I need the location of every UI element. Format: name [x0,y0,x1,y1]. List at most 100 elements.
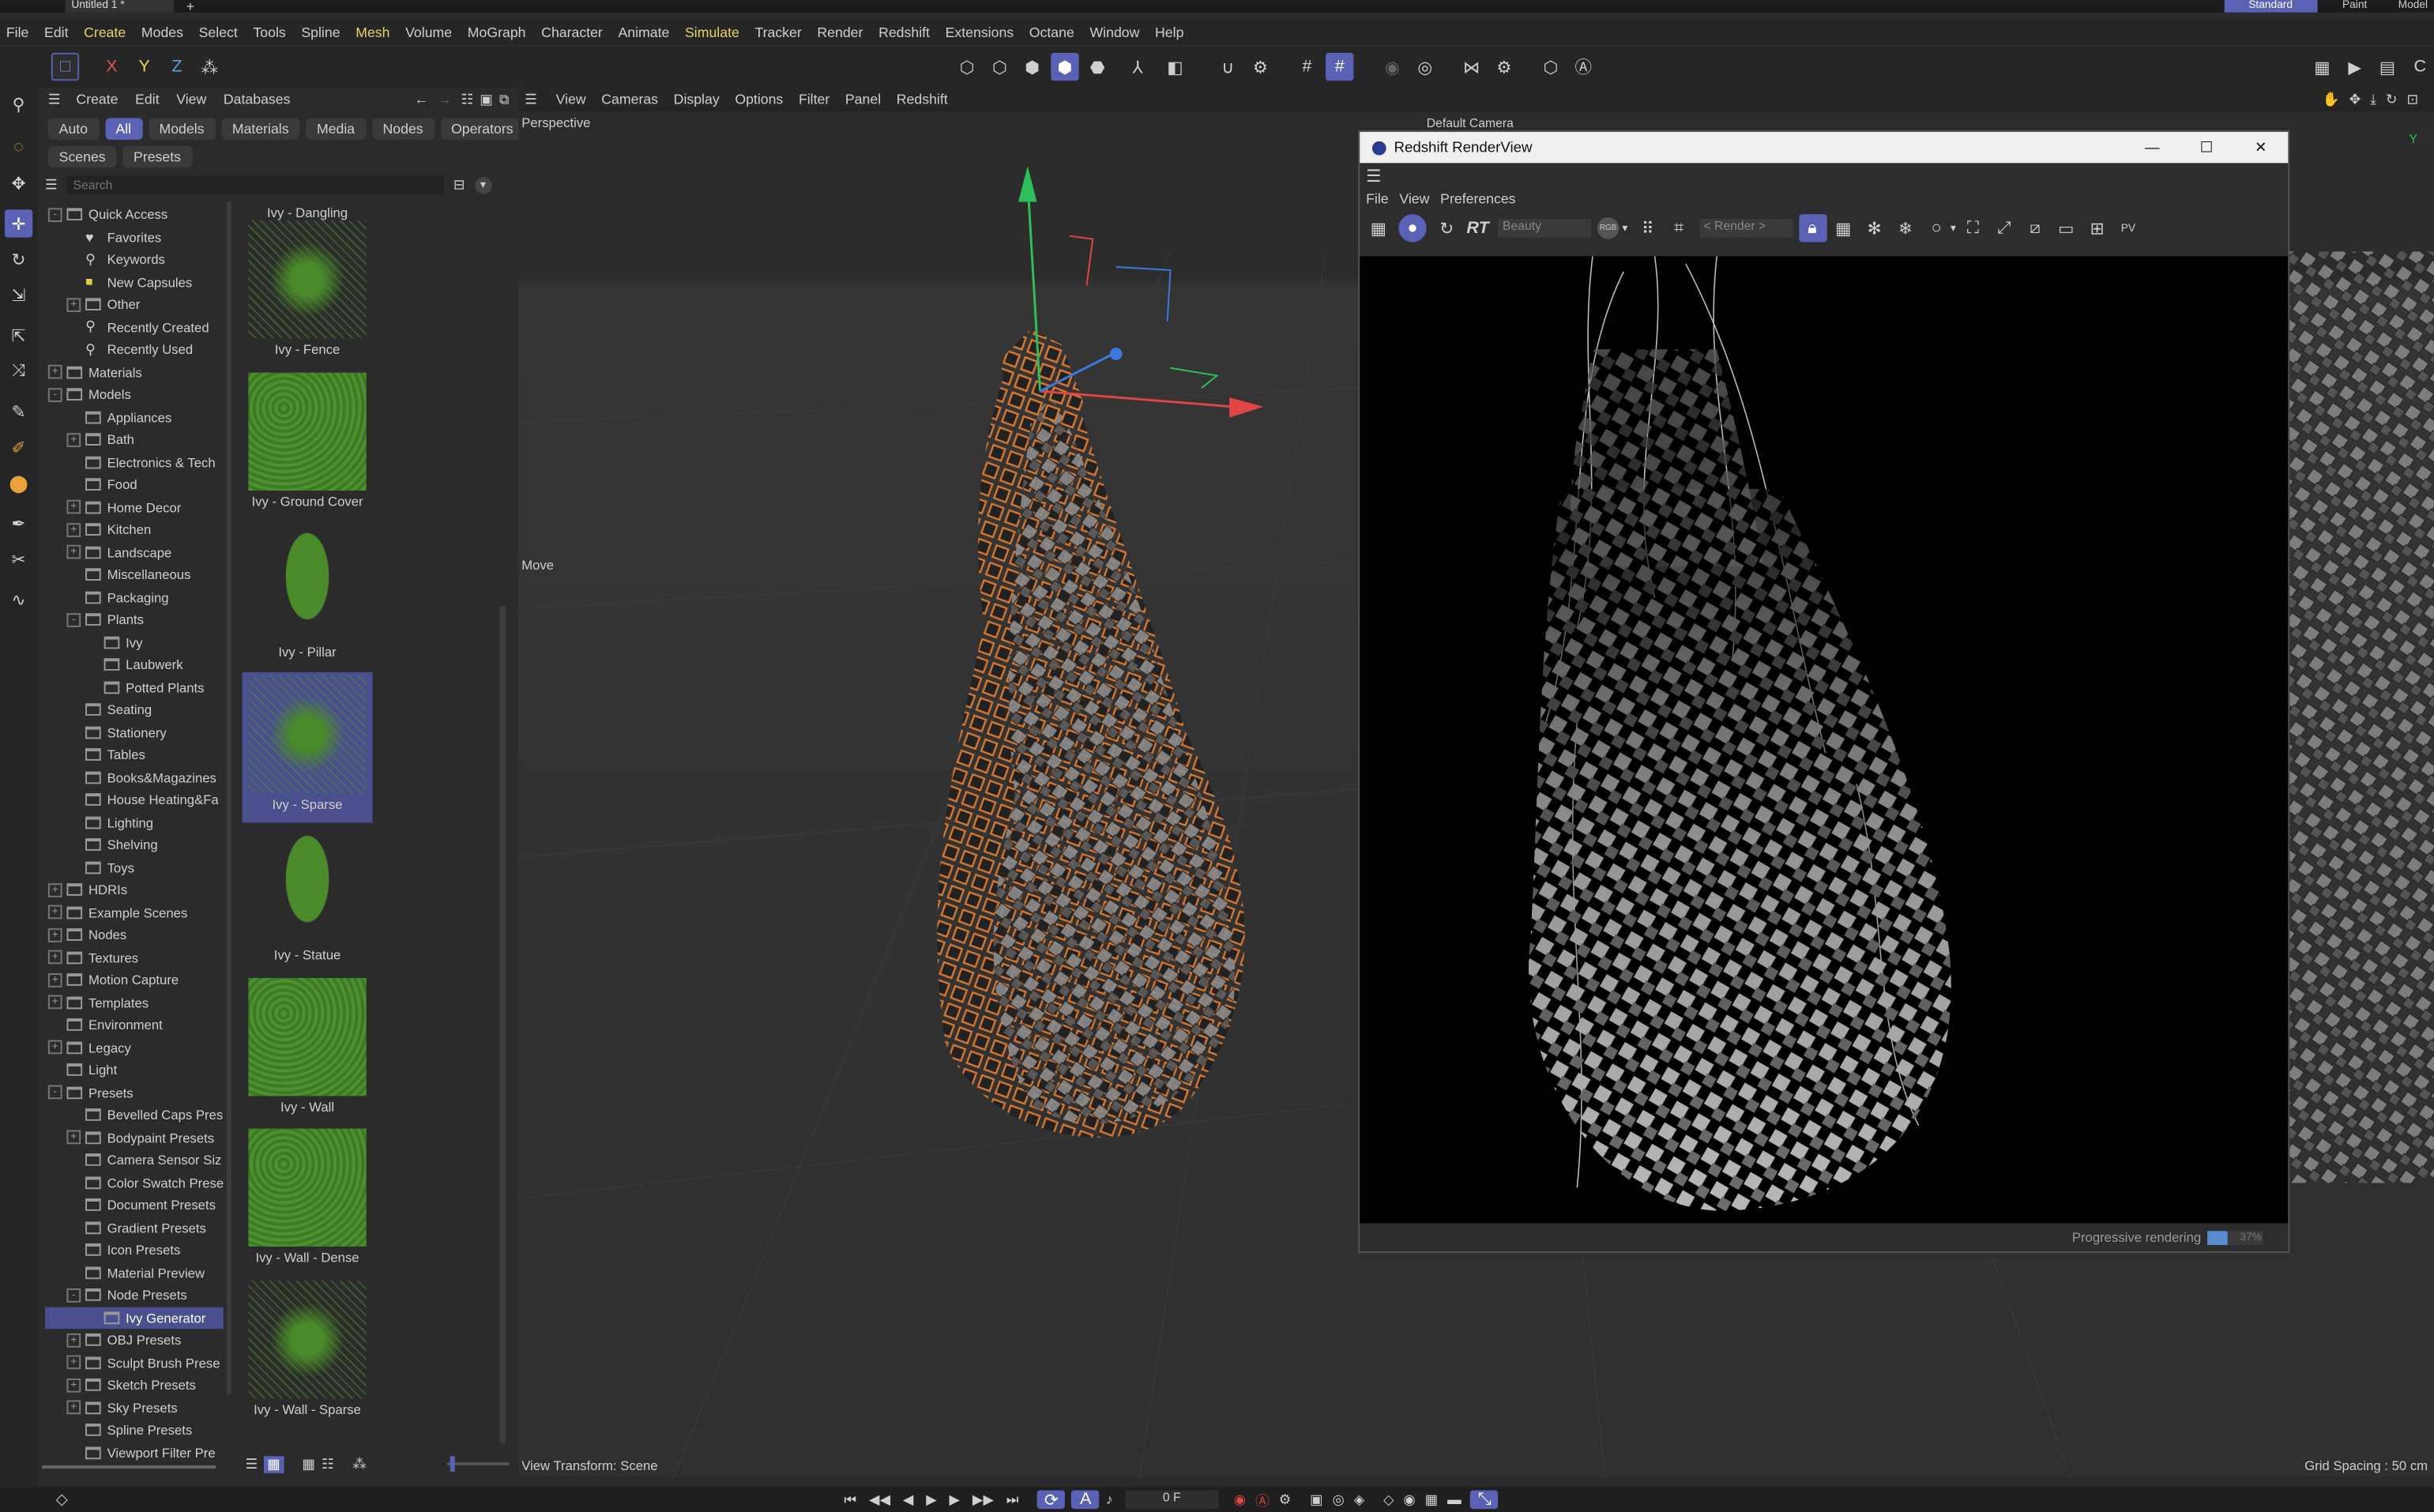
tree-item[interactable]: + Textures [45,946,224,969]
collapse-icon[interactable]: - [47,1085,62,1100]
add-snapshot-icon[interactable]: ⊞ [2083,214,2111,242]
expand-icon[interactable]: + [66,545,81,559]
tree-item[interactable]: + Templates [45,991,224,1014]
solo-mode-icon[interactable]: ◧ [1161,53,1189,81]
edit-render-settings-icon[interactable]: ▤ [2373,53,2401,81]
menu-volume[interactable]: Volume [405,24,452,40]
menu-render[interactable]: Render [817,24,863,40]
autokey-icon[interactable]: ◎ [1411,53,1439,81]
menu-extensions[interactable]: Extensions [946,24,1014,40]
tree-item[interactable]: - Quick Access [45,203,224,225]
renderview-hamburger-icon[interactable]: ☰ [1366,165,1381,186]
tree-item[interactable]: + Kitchen [45,518,224,540]
tree-item[interactable]: + Legacy [45,1036,224,1059]
vp-menu-options[interactable]: Options [735,92,783,107]
zoom-view-icon[interactable]: ⤓ [2370,91,2376,108]
key-param-icon[interactable]: ◇ [1383,1491,1394,1508]
sampling-grid-icon[interactable]: ⠿ [1634,214,1661,242]
collapse-icon[interactable]: - [47,207,62,222]
menu-create[interactable]: Create [84,24,126,40]
grid-snap-icon[interactable]: # [1326,52,1354,81]
tree-item[interactable]: Miscellaneous [45,563,224,585]
expand-icon[interactable]: + [66,522,81,537]
collapse-icon[interactable]: - [47,387,62,402]
list-view-icon[interactable]: ☰ [245,1455,258,1473]
tree-item[interactable]: Appliances [45,406,224,428]
asset-search-input[interactable] [66,175,445,194]
snap-tool-icon[interactable]: ⤨ [5,357,32,385]
transfer-tool-icon[interactable]: ⇱ [5,322,32,349]
tree-item[interactable]: ⚲ Keywords [45,248,224,270]
filter-all[interactable]: All [104,118,142,140]
tree-item[interactable]: ⚲ Recently Used [45,338,224,360]
rgb-channel-icon[interactable]: RGB [1597,217,1620,239]
asset-menu-databases[interactable]: Databases [224,92,291,107]
tree-item[interactable]: Laubwerk [45,653,224,675]
magnet-icon[interactable]: ∪ [1214,53,1242,81]
asset-menu-create[interactable]: Create [76,92,118,107]
move-view-icon[interactable]: ✥ [2349,91,2361,108]
tree-item[interactable]: Light [45,1059,224,1081]
tree-item[interactable]: Packaging [45,586,224,608]
asset-thumbnail[interactable]: Ivy - Wall - Sparse [243,1277,373,1428]
points-mode-icon[interactable]: ⬡ [953,53,980,81]
tree-item[interactable]: Bevelled Caps Pres [45,1104,224,1126]
current-frame-field[interactable]: 0 F [1125,1490,1219,1510]
tree-item[interactable]: + Other [45,293,224,315]
bucket-grid-icon[interactable]: ▦ [1830,214,1857,242]
expand-icon[interactable]: + [66,500,81,514]
axis-x-button[interactable]: X [98,53,126,81]
rt-icon[interactable]: RT [1464,214,1492,242]
layout-standard-tab[interactable]: Standard [2223,0,2318,13]
snowflake-alt-icon[interactable]: ❄ [1891,214,1919,242]
rv-menu-view[interactable]: View [1399,191,1429,207]
knife-icon[interactable]: ✂ [5,545,32,573]
tree-item[interactable]: Ivy [45,631,224,653]
asset-thumbnail[interactable]: Ivy - Dangling [243,201,373,220]
vp-menu-redshift[interactable]: Redshift [897,92,948,107]
pv-icon[interactable]: PV [2114,214,2142,242]
tree-item[interactable]: + Sketch Presets [45,1374,224,1396]
tree-item[interactable]: - Models [45,383,224,405]
render-region-icon[interactable]: Ⓐ [1570,53,1597,81]
next-key-icon[interactable]: ▶▶ [972,1491,994,1508]
tree-item[interactable]: Electronics & Tech [45,451,224,473]
clapper-icon[interactable]: ▦ [1364,214,1392,242]
tree-item[interactable]: ■ New Capsules [45,271,224,293]
circle-chevron-icon[interactable]: ▾ [1951,222,1956,235]
thumbnail-scrollbar[interactable] [499,605,506,1444]
tree-item[interactable]: - Plants [45,608,224,630]
menu-select[interactable]: Select [199,24,238,40]
scale-tool-icon[interactable]: ⇲ [5,281,32,309]
axis-y-button[interactable]: Y [130,53,158,81]
tree-item[interactable]: Gradient Presets [45,1217,224,1239]
asset-thumbnail[interactable]: Ivy - Statue [243,823,373,975]
menu-file[interactable]: File [6,24,29,40]
snap-settings-icon[interactable]: ⚙ [1247,53,1274,81]
workplane-icon[interactable]: # [1293,53,1321,81]
goto-end-icon[interactable]: ⏭ [1006,1491,1019,1508]
expand-icon[interactable]: + [47,995,62,1010]
back-arrow-icon[interactable]: ← [415,92,429,107]
lock-icon[interactable]: 🔒︎ [1798,214,1826,243]
tree-item[interactable]: Environment [45,1014,224,1036]
expand-icon[interactable]: + [66,1356,81,1370]
asset-thumbnail[interactable]: Ivy - Sparse [242,671,373,823]
expand-icon[interactable]: + [66,297,81,312]
live-selection-icon[interactable]: ◌ [5,134,32,161]
menu-redshift[interactable]: Redshift [878,24,930,40]
tree-item[interactable]: Lighting [45,811,224,833]
tree-item[interactable]: + OBJ Presets [45,1329,224,1351]
timeline-key-icon[interactable]: ◇ [56,1491,68,1508]
maximize-view-icon[interactable]: ⊡ [2406,91,2418,108]
vp-menu-filter[interactable]: Filter [799,92,830,107]
uv-mode-icon[interactable]: ⬣ [1084,53,1112,81]
network-icon[interactable]: ⁂ [352,1455,367,1473]
filter-auto[interactable]: Auto [47,118,99,140]
sound-icon[interactable]: ♪ [1106,1491,1113,1507]
polygons-mode-icon[interactable]: ⬢ [1018,53,1046,81]
tree-item[interactable]: + Sculpt Brush Prese [45,1352,224,1374]
expand-icon[interactable]: + [47,882,62,897]
collapse-icon[interactable]: - [66,612,81,627]
fit-icon[interactable]: ⛶ [1959,214,1987,242]
